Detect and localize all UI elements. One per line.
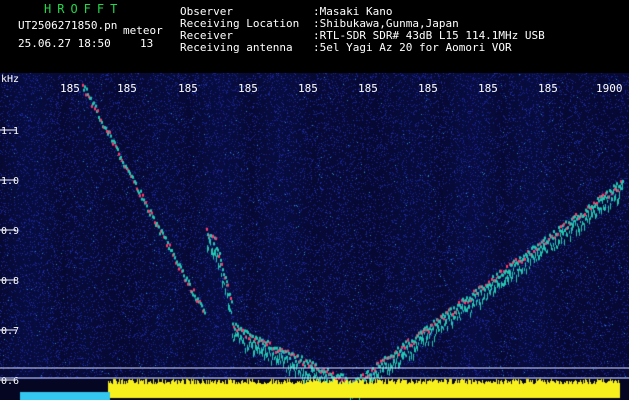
spectrogram-canvas xyxy=(0,73,629,400)
capture-count: 13 xyxy=(140,37,154,50)
header-panel: HROFFT UT2506271850.pn meteor 25.06.27 1… xyxy=(0,0,629,73)
capture-filename: UT2506271850.pn xyxy=(18,19,118,32)
capture-mode: meteor xyxy=(123,24,163,37)
antenna-label: Receiving antenna xyxy=(180,41,293,54)
capture-datetime: 25.06.27 18:50 xyxy=(18,37,111,50)
app-title: HROFFT xyxy=(44,2,124,16)
antenna-value: :5el Yagi Az 20 for Aomori VOR xyxy=(313,41,512,54)
